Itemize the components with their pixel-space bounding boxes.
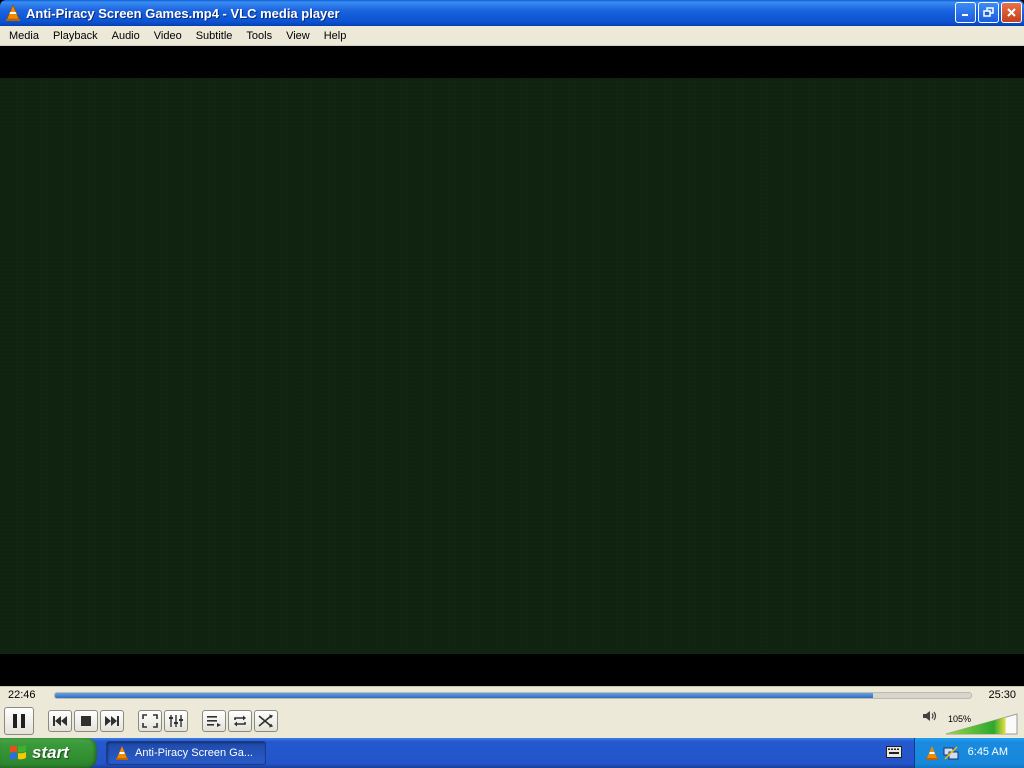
shuffle-button[interactable]	[254, 710, 278, 732]
menu-playback[interactable]: Playback	[46, 26, 105, 46]
close-button[interactable]	[1001, 2, 1022, 23]
menu-media[interactable]: Media	[2, 26, 46, 46]
keyboard-icon[interactable]	[886, 746, 902, 758]
fullscreen-button[interactable]	[138, 710, 162, 732]
pause-icon	[13, 714, 25, 728]
window-title: Anti-Piracy Screen Games.mp4 - VLC media…	[26, 5, 340, 21]
speaker-icon[interactable]	[922, 709, 938, 723]
restore-icon	[983, 7, 994, 17]
pause-button[interactable]	[4, 707, 34, 735]
extended-settings-button[interactable]	[164, 710, 188, 732]
loop-button[interactable]	[228, 710, 252, 732]
stop-button[interactable]	[74, 710, 98, 732]
total-time[interactable]: 25:30	[988, 689, 1016, 701]
video-frame[interactable]	[0, 78, 1024, 654]
menu-tools[interactable]: Tools	[239, 26, 279, 46]
video-area[interactable]	[0, 46, 1024, 686]
elapsed-time[interactable]: 22:46	[8, 689, 36, 701]
vlc-cone-icon	[6, 4, 20, 21]
system-tray: 6:45 AM	[914, 738, 1024, 768]
playlist-icon	[207, 716, 221, 727]
previous-button[interactable]	[48, 710, 72, 732]
minimize-icon	[962, 14, 968, 16]
vlc-cone-icon	[116, 746, 128, 760]
network-icon[interactable]	[943, 745, 959, 761]
start-label: start	[32, 743, 69, 762]
playlist-button[interactable]	[202, 710, 226, 732]
title-bar[interactable]: Anti-Piracy Screen Games.mp4 - VLC media…	[0, 0, 1024, 26]
seek-progress	[55, 693, 873, 698]
restore-button[interactable]	[978, 2, 999, 23]
menu-video[interactable]: Video	[147, 26, 189, 46]
menu-help[interactable]: Help	[317, 26, 354, 46]
taskbar-item-vlc[interactable]: Anti-Piracy Screen Ga...	[106, 741, 266, 765]
taskbar: start Anti-Piracy Screen Ga... 6:45 AM	[0, 738, 1024, 768]
start-button[interactable]: start	[0, 738, 97, 768]
menu-view[interactable]: View	[279, 26, 317, 46]
minimize-button[interactable]	[955, 2, 976, 23]
close-icon	[1007, 8, 1016, 17]
seek-bar[interactable]	[54, 692, 972, 699]
clock[interactable]: 6:45 AM	[968, 746, 1008, 758]
previous-icon	[53, 716, 67, 726]
menu-bar: Media Playback Audio Video Subtitle Tool…	[0, 26, 1024, 46]
next-button[interactable]	[100, 710, 124, 732]
loop-icon	[234, 715, 246, 727]
shuffle-icon	[258, 714, 273, 728]
next-icon	[105, 716, 119, 726]
fullscreen-icon	[142, 714, 158, 728]
menu-audio[interactable]: Audio	[105, 26, 147, 46]
stop-icon	[81, 716, 91, 726]
volume-percent: 105%	[948, 714, 972, 724]
vlc-tray-icon[interactable]	[925, 745, 939, 761]
control-panel: 22:46 25:30	[0, 686, 1024, 738]
taskbar-item-label: Anti-Piracy Screen Ga...	[135, 747, 253, 759]
menu-subtitle[interactable]: Subtitle	[189, 26, 240, 46]
windows-logo-icon	[10, 745, 26, 760]
extended-settings-icon	[169, 715, 183, 727]
